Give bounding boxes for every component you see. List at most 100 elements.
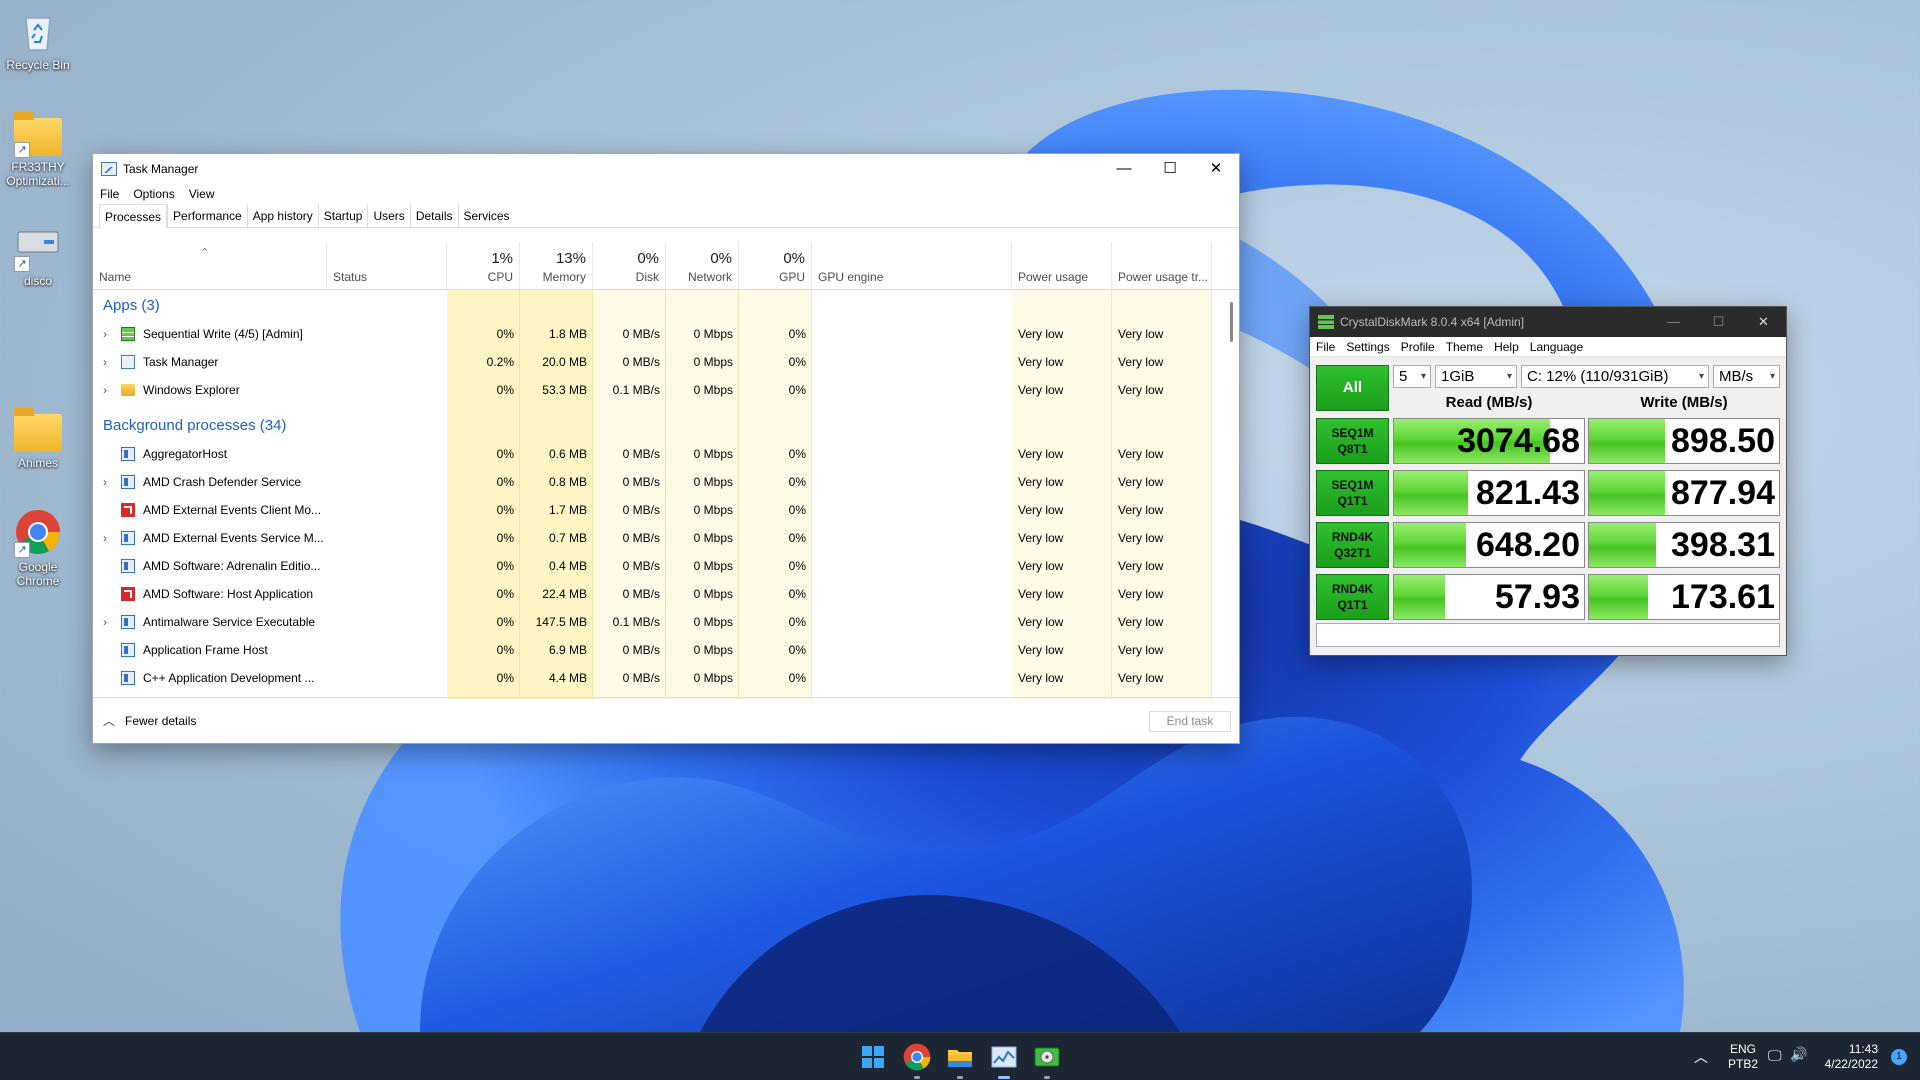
desktop-icon-chrome[interactable]: Google Chrome bbox=[0, 508, 76, 588]
all-button[interactable]: All bbox=[1316, 365, 1389, 411]
tab-performance[interactable]: Performance bbox=[167, 204, 247, 227]
menu-settings[interactable]: Settings bbox=[1346, 337, 1389, 356]
test-label-line2: Q8T1 bbox=[1337, 442, 1368, 456]
menu-options[interactable]: Options bbox=[133, 184, 174, 204]
taskbar-file-explorer[interactable] bbox=[944, 1041, 976, 1079]
read-value: 648.20 bbox=[1476, 526, 1580, 564]
tab-startup[interactable]: Startup bbox=[317, 204, 368, 227]
drive-shortcut-icon bbox=[14, 222, 62, 272]
network-icon[interactable]: 🖵 bbox=[1768, 1047, 1782, 1064]
read-value: 3074.68 bbox=[1457, 422, 1580, 460]
expand-chevron-icon[interactable]: › bbox=[103, 608, 107, 636]
column-header-disk[interactable]: 0% Disk bbox=[593, 242, 666, 289]
process-row[interactable]: › Windows Explorer 0% 53.3 MB 0.1 MB/s 0 Mbps… bbox=[93, 376, 1213, 404]
process-row[interactable]: AggregatorHost 0% 0.6 MB 0 MB/s 0 Mbps 0% Very… bbox=[93, 440, 1213, 468]
menu-profile[interactable]: Profile bbox=[1401, 337, 1435, 356]
close-button[interactable]: ✕ bbox=[1741, 314, 1786, 330]
window-title: Task Manager bbox=[123, 162, 199, 176]
menu-file[interactable]: File bbox=[100, 184, 119, 204]
minimize-button[interactable]: — bbox=[1101, 154, 1147, 184]
drive-select[interactable]: C: 12% (110/931GiB) ▾ bbox=[1521, 365, 1709, 388]
menu-theme[interactable]: Theme bbox=[1446, 337, 1483, 356]
menu-language[interactable]: Language bbox=[1530, 337, 1583, 356]
process-row[interactable]: Application Frame Host 0% 6.9 MB 0 MB/s 0 Mb… bbox=[93, 636, 1213, 664]
volume-icon[interactable]: 🔊 bbox=[1790, 1046, 1807, 1063]
notification-badge[interactable]: 1 bbox=[1891, 1049, 1907, 1065]
expand-chevron-icon[interactable]: › bbox=[103, 468, 107, 496]
desktop-icon-fr33thy[interactable]: FR33THY Optimizati... bbox=[0, 112, 76, 188]
write-result-box: 173.61 bbox=[1588, 574, 1780, 620]
tab-app-history[interactable]: App history bbox=[246, 204, 318, 227]
column-header-gpu-engine[interactable]: GPU engine bbox=[812, 242, 1012, 289]
window-title: CrystalDiskMark 8.0.4 x64 [Admin] bbox=[1340, 315, 1525, 329]
tab-processes[interactable]: Processes bbox=[99, 204, 168, 228]
input-language[interactable]: ENG PTB2 bbox=[1728, 1042, 1758, 1072]
process-cpu: 0% bbox=[496, 327, 514, 341]
read-header: Read (MB/s) bbox=[1445, 394, 1533, 411]
test-size-select[interactable]: 1GiB ▾ bbox=[1435, 365, 1517, 388]
tab-services[interactable]: Services bbox=[457, 204, 515, 227]
test-button-rnd4k-q1t1[interactable]: RND4K Q1T1 bbox=[1316, 574, 1389, 620]
taskbar-task-manager[interactable] bbox=[988, 1041, 1020, 1079]
test-button-rnd4k-q32t1[interactable]: RND4K Q32T1 bbox=[1316, 522, 1389, 568]
process-row[interactable]: AMD Software: Adrenalin Editio... 0% 0.4 M… bbox=[93, 552, 1213, 580]
process-row[interactable]: › AMD External Events Service M... 0% 0.7 M… bbox=[93, 524, 1213, 552]
expand-chevron-icon[interactable]: › bbox=[103, 376, 107, 404]
title-bar[interactable]: CrystalDiskMark 8.0.4 x64 [Admin] — ☐ ✕ bbox=[1310, 307, 1786, 337]
process-name: Windows Explorer bbox=[143, 383, 240, 397]
maximize-button[interactable]: ☐ bbox=[1696, 314, 1741, 330]
write-result-box: 877.94 bbox=[1588, 470, 1780, 516]
maximize-button[interactable]: ☐ bbox=[1147, 154, 1193, 184]
expand-chevron-icon[interactable]: › bbox=[103, 320, 107, 348]
process-row[interactable]: › Sequential Write (4/5) [Admin] 0% 1.8 MB 0… bbox=[93, 320, 1213, 348]
column-header-gpu[interactable]: 0% GPU bbox=[739, 242, 812, 289]
chevron-up-icon[interactable]: ︿ bbox=[1694, 1047, 1708, 1067]
process-row[interactable]: › AMD Crash Defender Service 0% 0.8 MB 0 MB/… bbox=[93, 468, 1213, 496]
close-button[interactable]: ✕ bbox=[1193, 154, 1239, 184]
tab-details[interactable]: Details bbox=[409, 204, 458, 227]
minimize-button[interactable]: — bbox=[1651, 314, 1696, 330]
process-cpu: 0% bbox=[496, 503, 514, 517]
column-header-status[interactable]: Status bbox=[327, 242, 447, 289]
column-header-memory[interactable]: 13% Memory bbox=[520, 242, 593, 289]
process-power: Very low bbox=[1018, 559, 1064, 573]
comment-field[interactable] bbox=[1316, 623, 1780, 647]
process-row[interactable]: › Task Manager 0.2% 20.0 MB 0 MB/s 0 Mbps 0% Ve… bbox=[93, 348, 1213, 376]
title-bar[interactable]: Task Manager — ☐ ✕ bbox=[93, 154, 1239, 184]
system-tray: ︿ ENG PTB2 🖵 🔊 11:43 4/22/2022 1 bbox=[1680, 1033, 1920, 1080]
desktop-icon-disco[interactable]: disco bbox=[0, 222, 76, 288]
column-header-power-usage[interactable]: Power usage bbox=[1012, 242, 1112, 289]
desktop-icon-recycle-bin[interactable]: Recycle Bin bbox=[0, 6, 76, 72]
test-count-select[interactable]: 5 ▾ bbox=[1393, 365, 1431, 388]
taskbar-chrome[interactable] bbox=[901, 1041, 933, 1079]
process-gpu: 0% bbox=[788, 587, 806, 601]
read-value: 821.43 bbox=[1476, 474, 1580, 512]
unit-select[interactable]: MB/s ▾ bbox=[1713, 365, 1780, 388]
vertical-scrollbar[interactable] bbox=[1230, 302, 1233, 342]
expand-chevron-icon[interactable]: › bbox=[103, 524, 107, 552]
process-row[interactable]: AMD Software: Host Application 0% 22.4 MB 0… bbox=[93, 580, 1213, 608]
process-row[interactable]: C++ Application Development ... 0% 4.4 MB 0… bbox=[93, 664, 1213, 692]
test-button-seq1m-q1t1[interactable]: SEQ1M Q1T1 bbox=[1316, 470, 1389, 516]
process-row[interactable]: › Antimalware Service Executable 0% 147.5 M… bbox=[93, 608, 1213, 636]
column-header-cpu[interactable]: 1% CPU bbox=[447, 242, 520, 289]
menu-view[interactable]: View bbox=[189, 184, 215, 204]
menu-file[interactable]: File bbox=[1316, 337, 1335, 356]
clock[interactable]: 11:43 4/22/2022 bbox=[1818, 1042, 1878, 1072]
expand-chevron-icon[interactable]: › bbox=[103, 348, 107, 376]
read-result-box: 3074.68 bbox=[1393, 418, 1585, 464]
taskbar-crystaldiskmark[interactable] bbox=[1031, 1041, 1063, 1079]
process-disk: 0 MB/s bbox=[622, 503, 660, 517]
test-button-seq1m-q8t1[interactable]: SEQ1M Q8T1 bbox=[1316, 418, 1389, 464]
end-task-button[interactable]: End task bbox=[1149, 711, 1231, 732]
menu-help[interactable]: Help bbox=[1494, 337, 1519, 356]
column-header-network[interactable]: 0% Network bbox=[666, 242, 739, 289]
tab-users[interactable]: Users bbox=[367, 204, 409, 227]
start-button[interactable] bbox=[857, 1041, 889, 1073]
sort-caret-icon: ⌃ bbox=[200, 247, 210, 259]
column-header-power-trend[interactable]: Power usage tr... bbox=[1112, 242, 1212, 289]
process-row[interactable]: AMD External Events Client Mo... 0% 1.7 MB… bbox=[93, 496, 1213, 524]
desktop-icon-animes[interactable]: Animes bbox=[0, 408, 76, 470]
fewer-details-button[interactable]: ︿ Fewer details bbox=[103, 712, 196, 729]
column-header-name[interactable]: ⌃ Name bbox=[93, 242, 327, 289]
